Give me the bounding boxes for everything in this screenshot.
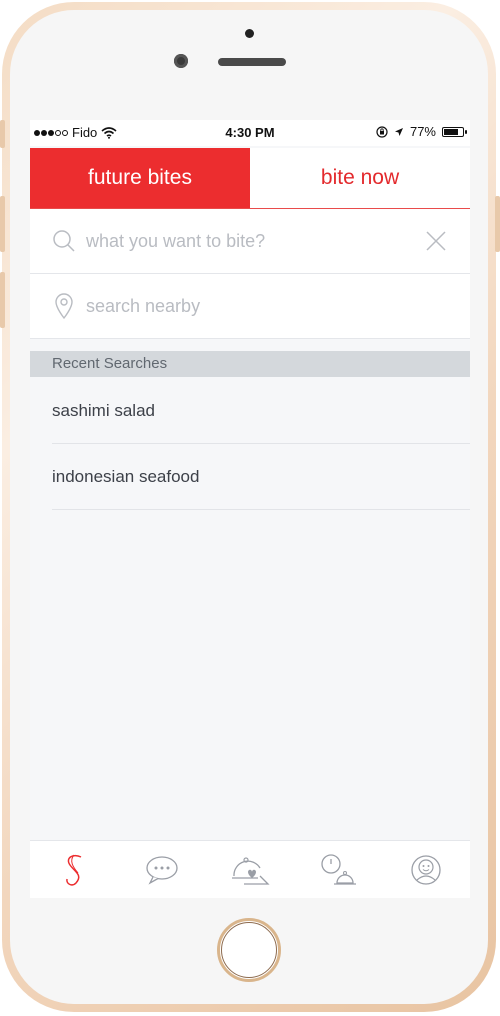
status-bar: Fido 4:30 PM 77%: [30, 120, 470, 146]
battery-percent: 77%: [409, 124, 436, 139]
close-icon[interactable]: [424, 229, 448, 253]
cloche-heart-icon: [232, 857, 270, 885]
tab-home[interactable]: [54, 850, 94, 890]
list-item[interactable]: indonesian seafood: [52, 444, 470, 510]
volume-down-button: [0, 272, 5, 328]
profile-face-icon: [411, 855, 441, 885]
tab-messages[interactable]: [142, 850, 182, 890]
location-input[interactable]: search nearby: [30, 274, 470, 339]
location-pin-icon: [55, 293, 73, 319]
home-button[interactable]: [217, 918, 281, 982]
tab-favorites[interactable]: [230, 850, 270, 890]
mute-switch: [0, 120, 5, 148]
earpiece-speaker: [218, 58, 286, 66]
tab-bite-now[interactable]: bite now: [250, 148, 470, 208]
tab-profile[interactable]: [406, 850, 446, 890]
search-input[interactable]: what you want to bite?: [30, 209, 470, 274]
clock-cloche-icon: [321, 854, 356, 885]
bottom-tab-bar: [30, 840, 470, 898]
proximity-sensor: [245, 29, 254, 38]
front-camera: [174, 54, 188, 68]
recent-searches-header: Recent Searches: [30, 351, 470, 377]
tab-scheduled[interactable]: [318, 850, 358, 890]
s-logo-icon: [66, 854, 82, 886]
search-placeholder: what you want to bite?: [86, 230, 266, 251]
tab-future-bites[interactable]: future bites: [30, 148, 250, 208]
list-item[interactable]: sashimi salad: [52, 378, 470, 444]
power-button: [495, 196, 500, 252]
search-icon: [53, 230, 75, 252]
recent-searches-list: sashimi salad indonesian seafood: [30, 378, 470, 510]
volume-up-button: [0, 196, 5, 252]
location-placeholder: search nearby: [86, 295, 201, 316]
location-arrow-icon: [394, 127, 403, 136]
mode-tabs: future bites bite now: [30, 148, 470, 209]
battery-icon: [442, 126, 467, 137]
chat-bubble-icon: [146, 856, 178, 885]
rotation-lock-icon: [376, 125, 388, 138]
app-screen: Fido 4:30 PM 77% future bites bite now w…: [30, 120, 470, 898]
